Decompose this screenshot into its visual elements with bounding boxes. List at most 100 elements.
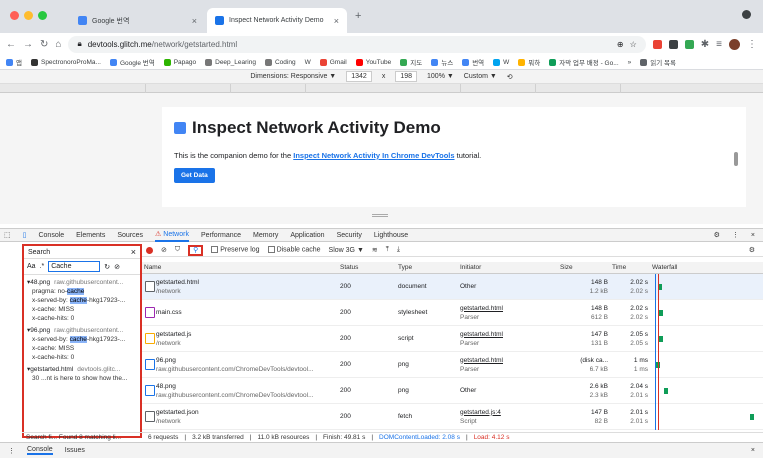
search-result-file[interactable]: ▾48.png raw.githubusercontent... xyxy=(24,275,140,287)
search-result-line[interactable]: x-cache: MISS xyxy=(24,344,140,353)
zoom-select[interactable]: 100% ▼ xyxy=(427,73,454,80)
zoom-icon[interactable]: ⊕ xyxy=(617,40,624,49)
extension-icon[interactable] xyxy=(652,39,662,49)
ruler-segment[interactable] xyxy=(535,84,536,93)
bookmark-item[interactable]: YouTube xyxy=(355,58,391,66)
request-initiator[interactable]: getstarted.html xyxy=(460,304,556,313)
close-tab-icon[interactable]: × xyxy=(192,16,197,26)
viewport-resize-handle[interactable] xyxy=(372,214,388,217)
preserve-log-checkbox[interactable]: Preserve log xyxy=(211,246,260,254)
home-icon[interactable]: ⌂ xyxy=(55,39,61,50)
ruler-segment[interactable] xyxy=(460,84,461,93)
avatar[interactable] xyxy=(729,38,740,50)
record-icon[interactable] xyxy=(146,246,153,254)
inspect-element-icon[interactable]: ⬚ xyxy=(4,231,11,239)
back-icon[interactable]: ← xyxy=(6,39,16,50)
maximize-window-icon[interactable] xyxy=(38,11,47,20)
close-tab-icon[interactable]: × xyxy=(334,16,339,26)
bookmark-item[interactable]: 자막 업무 배정 - Go... xyxy=(549,57,619,67)
bookmark-item[interactable]: Papago xyxy=(163,58,196,66)
column-header-status[interactable]: Status xyxy=(340,262,395,273)
close-devtools-icon[interactable]: × xyxy=(751,232,755,239)
page-scrollbar[interactable] xyxy=(734,152,738,166)
browser-tab-inspect-network[interactable]: Inspect Network Activity Demo × xyxy=(207,8,347,33)
tab-sources[interactable]: Sources xyxy=(117,232,143,239)
extensions-puzzle-icon[interactable]: ✱ xyxy=(701,39,709,50)
bookmark-item[interactable]: W xyxy=(493,58,509,66)
bookmark-item[interactable]: SpectronoroProMa... xyxy=(30,58,101,66)
bookmark-item[interactable]: W xyxy=(305,59,311,66)
column-header-initiator[interactable]: Initiator xyxy=(460,262,556,273)
settings-gear-icon[interactable]: ⚙ xyxy=(714,231,720,239)
refresh-search-icon[interactable]: ↻ xyxy=(104,263,110,271)
clear-icon[interactable]: ⊘ xyxy=(161,246,167,254)
request-initiator[interactable]: getstarted.html xyxy=(460,330,556,339)
request-initiator[interactable]: Other xyxy=(460,282,556,291)
throttling-select[interactable]: Slow 3G ▼ xyxy=(329,247,364,254)
get-data-button[interactable]: Get Data xyxy=(174,168,215,183)
request-initiator[interactable]: getstarted.js:4 xyxy=(460,408,556,417)
viewport-width-input[interactable]: 1342 xyxy=(346,71,372,82)
tab-search-icon[interactable] xyxy=(742,10,751,19)
forward-icon[interactable]: → xyxy=(23,39,33,50)
column-header-time[interactable]: Time xyxy=(612,262,648,273)
close-window-icon[interactable] xyxy=(10,11,19,20)
network-settings-icon[interactable]: ⚙ xyxy=(749,246,755,254)
search-result-file[interactable]: ▾getstarted.html devtools.glitc... xyxy=(24,362,140,374)
match-case-toggle[interactable]: Aa xyxy=(27,263,36,270)
table-row[interactable]: 96.png raw.githubusercontent.com/ChromeDe… xyxy=(142,352,763,378)
bookmark-item[interactable]: 앱 xyxy=(6,57,22,67)
bookmark-item[interactable]: 뉴스 xyxy=(431,57,453,67)
search-result-line[interactable]: pragma: no-cache xyxy=(24,287,140,296)
menu-kebab-icon[interactable]: ⋮ xyxy=(747,39,757,50)
tab-network[interactable]: ⚠︎ Network xyxy=(155,228,189,242)
browser-tab-google-translate[interactable]: Google 번역 × xyxy=(70,8,205,33)
column-header-size[interactable]: Size xyxy=(560,262,608,273)
drawer-menu-icon[interactable]: ⋮ xyxy=(8,447,15,455)
extension-icon[interactable] xyxy=(684,39,694,49)
table-row[interactable]: 48.png raw.githubusercontent.com/ChromeDe… xyxy=(142,378,763,404)
search-result-line[interactable]: x-served-by: cache-hkg17923-... xyxy=(24,335,140,344)
table-row[interactable]: getstarted.html/network 200 document Other 1… xyxy=(142,274,763,300)
table-row[interactable]: getstarted.json/network 200 fetch getstarte… xyxy=(142,404,763,430)
tab-lighthouse[interactable]: Lighthouse xyxy=(374,232,408,239)
bookmark-item[interactable]: Google 번역 xyxy=(109,57,155,67)
ruler-segment[interactable] xyxy=(620,84,621,93)
drawer-tab-console[interactable]: Console xyxy=(27,446,53,455)
column-header-name[interactable]: Name xyxy=(144,262,319,273)
request-initiator[interactable]: Other xyxy=(460,386,556,395)
close-drawer-icon[interactable]: × xyxy=(751,447,755,454)
viewport-height-input[interactable]: 198 xyxy=(395,71,418,82)
search-result-line[interactable]: x-cache-hits: 0 xyxy=(24,314,140,323)
wifi-icon[interactable]: ≋ xyxy=(372,246,378,254)
minimize-window-icon[interactable] xyxy=(24,11,33,20)
reading-list-button[interactable]: 읽기 목록 xyxy=(640,57,676,67)
regex-toggle[interactable]: .* xyxy=(40,263,45,270)
address-bar[interactable]: 🔒︎ devtools.glitch.me/network/getstarted… xyxy=(68,35,646,53)
bookmark-star-icon[interactable]: ☆ xyxy=(630,40,637,49)
reload-icon[interactable]: ↻ xyxy=(40,39,48,50)
tab-security[interactable]: Security xyxy=(337,232,362,239)
bookmark-item[interactable]: 번역 xyxy=(462,57,484,67)
extension-icon[interactable] xyxy=(668,39,678,49)
ruler-segment[interactable] xyxy=(230,84,231,93)
bookmark-item[interactable]: 지도 xyxy=(400,57,422,67)
tutorial-link[interactable]: Inspect Network Activity In Chrome DevTo… xyxy=(293,151,454,160)
search-result-line[interactable]: 30 ...nt is here to show how the... xyxy=(24,374,140,383)
column-header-type[interactable]: Type xyxy=(398,262,456,273)
search-result-file[interactable]: ▾96.png raw.githubusercontent... xyxy=(24,323,140,335)
device-toggle-icon[interactable]: ▯ xyxy=(23,231,27,239)
tab-elements[interactable]: Elements xyxy=(76,232,105,239)
disable-cache-checkbox[interactable]: Disable cache xyxy=(267,246,321,254)
request-initiator[interactable]: getstarted.html xyxy=(460,356,556,365)
column-header-waterfall[interactable]: Waterfall xyxy=(652,262,763,273)
bookmark-item[interactable]: Deep_Learing xyxy=(205,58,256,66)
ruler-segment[interactable] xyxy=(145,84,146,93)
filter-icon[interactable]: ⛉ xyxy=(175,246,180,254)
rotate-icon[interactable]: ⟲ xyxy=(507,73,513,81)
bookmark-item[interactable]: Coding xyxy=(264,58,296,66)
more-options-icon[interactable]: ⋮ xyxy=(732,231,739,239)
bookmark-item[interactable]: Gmail xyxy=(319,58,347,66)
reading-list-icon[interactable]: ≡ xyxy=(716,39,722,50)
tab-application[interactable]: Application xyxy=(290,232,324,239)
